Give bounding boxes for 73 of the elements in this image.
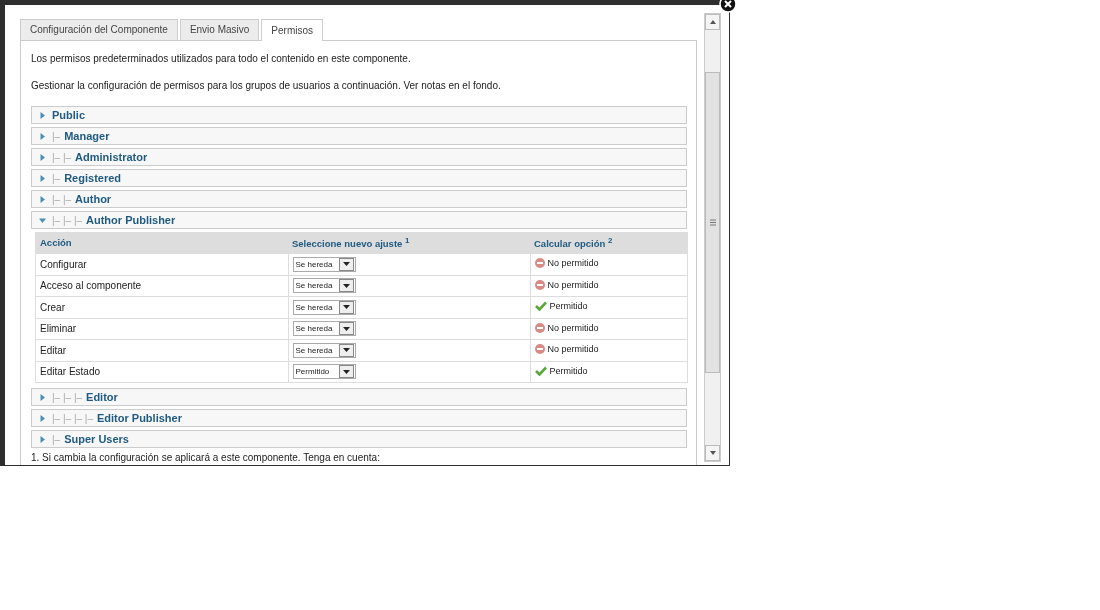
- setting-dropdown[interactable]: Se hereda: [292, 321, 356, 337]
- status-text: No permitido: [547, 344, 599, 355]
- column-header: Calcular opción $^{2}$: [530, 232, 688, 254]
- denied-icon: [534, 344, 545, 355]
- intro-text: Gestionar la configuración de permisos para los grupos de usuarios a continuación. Ver notas en el fondo.: [31, 79, 502, 93]
- setting-dropdown[interactable]: Se hereda: [292, 299, 356, 315]
- denied-icon: [534, 279, 545, 290]
- caret-right-icon: [39, 174, 46, 182]
- status-text: Permitido: [549, 301, 588, 312]
- status-text: No permitido: [547, 322, 599, 333]
- group-header[interactable]: |– |– |– Editor: [31, 388, 687, 406]
- group-name: Public: [52, 109, 85, 121]
- caret-right-icon: [39, 153, 46, 161]
- tree-prefix: |–: [52, 130, 61, 142]
- group-name: Manager: [64, 130, 110, 142]
- tab[interactable]: Permisos: [261, 19, 324, 41]
- setting-dropdown[interactable]: Permitido: [292, 364, 356, 380]
- caret-right-icon: [39, 195, 46, 203]
- tree-prefix: |– |– |– |–: [52, 412, 93, 424]
- caret-right-icon: [39, 393, 46, 401]
- caret-right-icon: [39, 132, 46, 140]
- table-cell: Editar Estado: [35, 361, 288, 383]
- tree-prefix: |–: [52, 172, 61, 184]
- caret-down-icon: [39, 216, 46, 224]
- table-cell: Crear: [35, 296, 288, 318]
- close-icon[interactable]: [719, 0, 737, 13]
- tree-prefix: |–: [52, 433, 61, 445]
- group-name: Editor: [86, 391, 118, 403]
- group-name: Author Publisher: [86, 214, 176, 226]
- tree-prefix: |– |– |–: [52, 214, 83, 226]
- scrollbar-thumb[interactable]: [705, 72, 720, 373]
- tree-prefix: |– |–: [52, 193, 72, 205]
- status-text: Permitido: [549, 365, 588, 376]
- column-header: Seleccione nuevo ajuste $^{1}$: [288, 232, 530, 254]
- group-name: Super Users: [64, 433, 129, 445]
- denied-icon: [534, 258, 545, 269]
- intro-text: Los permisos predeterminados utilizados para todo el contenido en este componente.: [31, 52, 412, 66]
- status-text: No permitido: [547, 258, 599, 269]
- group-header[interactable]: |– Registered: [31, 169, 687, 187]
- setting-dropdown[interactable]: Se hereda: [292, 278, 356, 294]
- group-header[interactable]: Public: [31, 106, 687, 124]
- scroll-down-icon[interactable]: [705, 445, 720, 461]
- caret-right-icon: [39, 414, 46, 422]
- group-header[interactable]: |– Super Users: [31, 430, 687, 448]
- status-text: No permitido: [547, 279, 599, 290]
- column-header: Acción: [35, 232, 288, 254]
- setting-dropdown[interactable]: Se hereda: [292, 342, 356, 358]
- group-header[interactable]: |– |– |– Author Publisher: [31, 211, 687, 229]
- check-icon: [534, 365, 547, 376]
- table-cell: Acceso al componente: [35, 275, 288, 297]
- tab[interactable]: Envio Masivo: [179, 19, 260, 40]
- group-name: Administrator: [75, 151, 148, 163]
- group-header[interactable]: |– |– Author: [31, 190, 687, 208]
- group-name: Author: [75, 193, 112, 205]
- group-header[interactable]: |– |– Administrator: [31, 148, 687, 166]
- group-header[interactable]: |– Manager: [31, 127, 687, 145]
- check-icon: [534, 301, 547, 312]
- caret-right-icon: [39, 435, 46, 443]
- scrollbar[interactable]: [704, 13, 721, 462]
- table-cell: Configurar: [35, 253, 288, 275]
- caret-right-icon: [39, 111, 46, 119]
- footnote-text: 1. Si cambia la configuración se aplicará a este componente. Tenga en cuenta:: [31, 452, 381, 463]
- table-cell: Eliminar: [35, 318, 288, 340]
- table-cell: Editar: [35, 339, 288, 361]
- tree-prefix: |– |–: [52, 151, 72, 163]
- group-name: Editor Publisher: [97, 412, 182, 424]
- denied-icon: [534, 322, 545, 333]
- scroll-up-icon[interactable]: [705, 14, 720, 30]
- group-name: Registered: [64, 172, 122, 184]
- tree-prefix: |– |– |–: [52, 391, 83, 403]
- group-header[interactable]: |– |– |– |– Editor Publisher: [31, 409, 687, 427]
- setting-dropdown[interactable]: Se hereda: [292, 256, 356, 272]
- tab[interactable]: Configuración del Componente: [20, 19, 178, 40]
